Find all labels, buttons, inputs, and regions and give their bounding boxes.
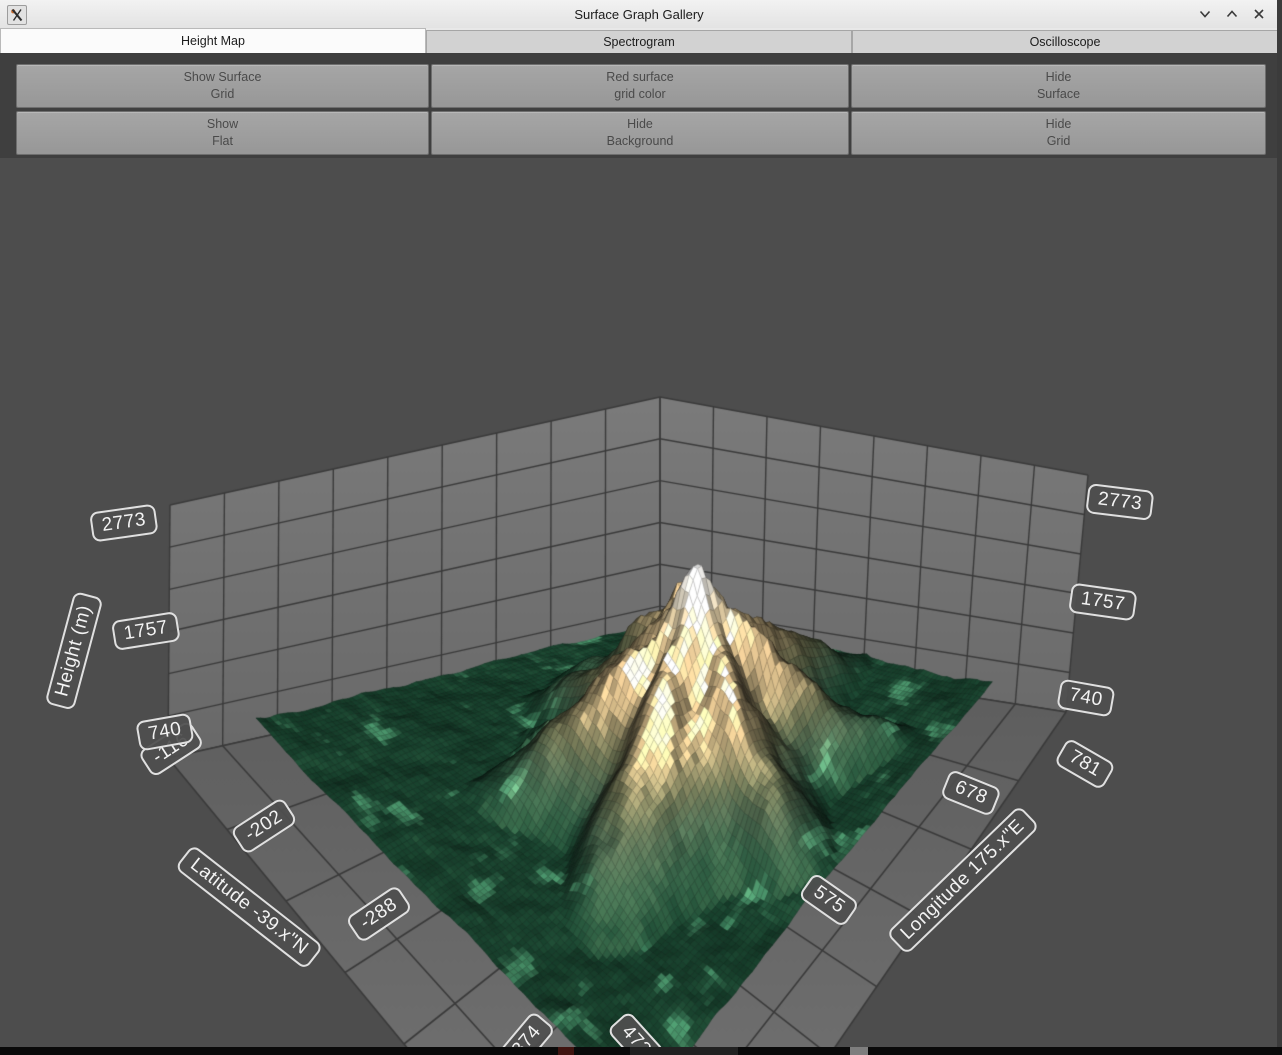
close-button[interactable] <box>1250 5 1268 23</box>
tab-bar: Height Map Spectrogram Oscilloscope <box>0 28 1278 53</box>
hide-grid-button[interactable]: Hide Grid <box>851 111 1266 155</box>
desktop-edge-strip <box>1277 0 1282 1047</box>
tab-height-map[interactable]: Height Map <box>0 28 426 53</box>
surface-plot-canvas[interactable] <box>0 0 1282 1055</box>
hide-background-button[interactable]: Hide Background <box>431 111 849 155</box>
taskbar-strip <box>0 1047 1282 1055</box>
window-controls <box>1196 0 1268 28</box>
hide-surface-button[interactable]: Hide Surface <box>851 64 1266 108</box>
titlebar[interactable]: Surface Graph Gallery <box>0 0 1278 29</box>
maximize-button[interactable] <box>1223 5 1241 23</box>
minimize-button[interactable] <box>1196 5 1214 23</box>
window-title: Surface Graph Gallery <box>0 7 1278 22</box>
button-grid: Show Surface Grid Red surface grid color… <box>16 64 1266 155</box>
tab-spectrogram[interactable]: Spectrogram <box>426 30 852 53</box>
show-flat-button[interactable]: Show Flat <box>16 111 429 155</box>
red-surface-grid-color-button[interactable]: Red surface grid color <box>431 64 849 108</box>
taskbar-fragment <box>558 1047 574 1055</box>
tab-oscilloscope[interactable]: Oscilloscope <box>852 30 1278 53</box>
x11-icon <box>10 8 24 22</box>
taskbar-fragment <box>630 1047 738 1055</box>
controls-panel: Show Surface Grid Red surface grid color… <box>0 53 1282 158</box>
chevron-up-icon <box>1225 7 1239 21</box>
taskbar-fragment <box>850 1047 868 1055</box>
application-window: -116-202-288374781678575472Latitude -39.… <box>0 0 1282 1055</box>
app-icon <box>7 5 27 25</box>
chevron-down-icon <box>1198 7 1212 21</box>
close-icon <box>1252 7 1266 21</box>
show-surface-grid-button[interactable]: Show Surface Grid <box>16 64 429 108</box>
